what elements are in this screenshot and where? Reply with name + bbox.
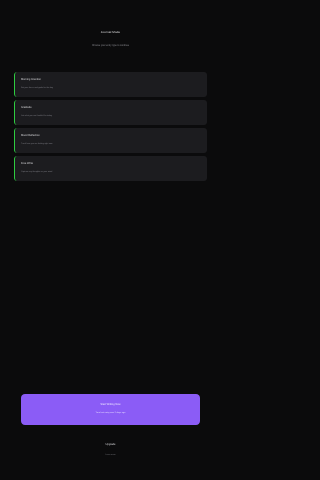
entry-card-morning-intention[interactable]: Morning Intention Set your focus and goa… [14, 72, 207, 97]
page-subtitle: Choose your entry type to continue [91, 44, 130, 47]
start-writing-button[interactable]: Start Writing Now Your last entry was 2 … [21, 394, 200, 425]
start-writing-sublabel: Your last entry was 2 days ago [95, 412, 126, 414]
page-title: Journal Mode [100, 30, 121, 34]
entry-card-free-write[interactable]: Free Write Capture any thoughts on your … [14, 156, 207, 181]
entry-card-mood-reflection[interactable]: Mood Reflection Track how you are feelin… [14, 128, 207, 153]
entry-card-description: Capture any thoughts on your mind [21, 171, 53, 173]
footer-link[interactable]: Learn more [0, 454, 221, 457]
entry-card-description: List what you are thankful for today [21, 115, 53, 117]
entry-card-title: Morning Intention [21, 78, 42, 81]
entry-card-title: Gratitude [21, 106, 32, 109]
footer-title: Upgrade [105, 443, 116, 446]
entry-card-description: Track how you are feeling right now [21, 143, 53, 145]
start-writing-label: Start Writing Now [100, 403, 121, 406]
entry-card-title: Mood Reflection [21, 134, 40, 137]
entry-card-gratitude[interactable]: Gratitude List what you are thankful for… [14, 100, 207, 125]
entry-card-description: Set your focus and goals for the day [21, 87, 54, 89]
entry-card-title: Free Write [21, 162, 34, 165]
entry-type-list: Morning Intention Set your focus and goa… [14, 72, 207, 184]
